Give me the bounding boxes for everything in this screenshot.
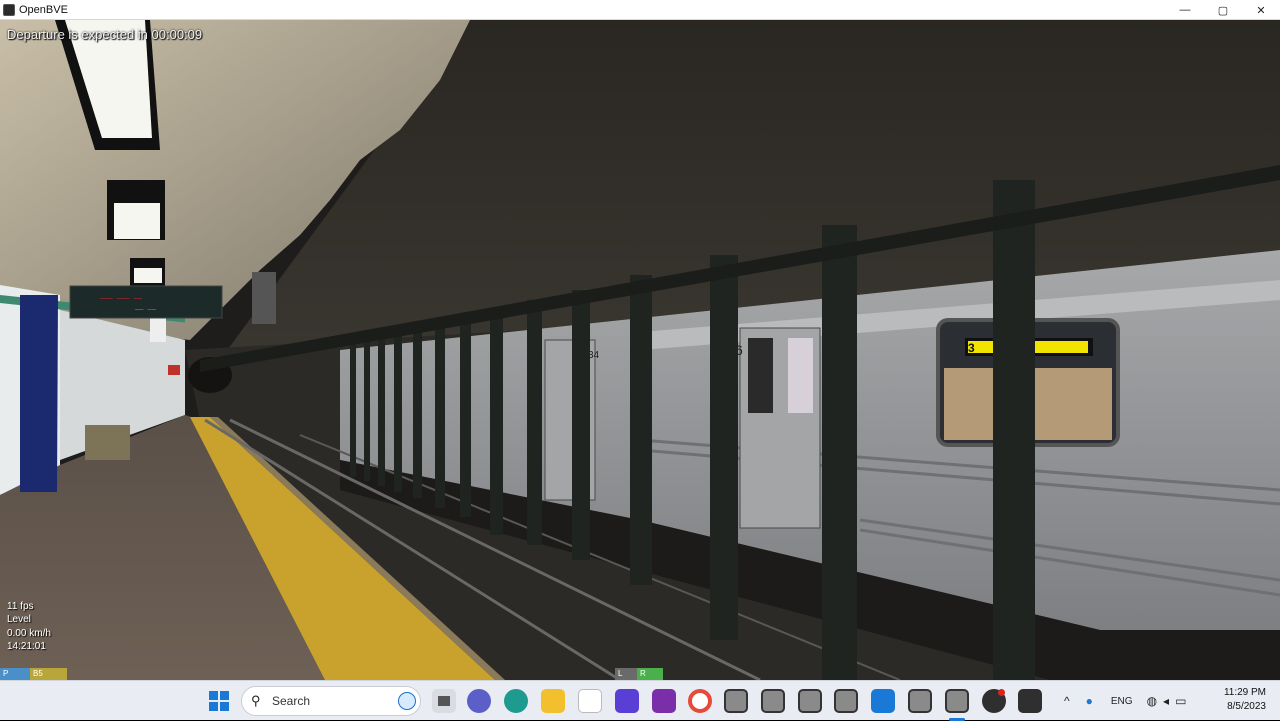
- chrome-icon[interactable]: [688, 689, 712, 713]
- bing-icon[interactable]: [398, 692, 416, 710]
- openbve-app-icon: [3, 3, 15, 16]
- openbve-icon-5[interactable]: [908, 689, 932, 713]
- terminal-icon[interactable]: [1018, 689, 1042, 713]
- language-indicator[interactable]: ENG: [1111, 696, 1133, 707]
- destination-route-number: 3: [968, 341, 975, 355]
- creative-app-icon[interactable]: [615, 689, 639, 713]
- hud-fps: 11 fps: [7, 601, 34, 612]
- departure-board-line2: —— ——: [134, 306, 157, 314]
- hud-game-time: 14:21:01: [7, 640, 46, 652]
- system-tray: ^ ● ENG ◍ ◂ ▭: [1064, 681, 1186, 721]
- openbve-icon-3[interactable]: [798, 689, 822, 713]
- search-placeholder: Search: [272, 694, 311, 708]
- search-icon: ⚲: [251, 693, 261, 708]
- ceiling-light-3: [134, 268, 162, 283]
- volume-icon[interactable]: ◂: [1163, 694, 1169, 708]
- openbve-icon[interactable]: [724, 689, 748, 713]
- store-icon[interactable]: [578, 689, 602, 713]
- hud-indicator-bar-left: P B5: [0, 668, 67, 680]
- openbve-icon-6[interactable]: [945, 689, 969, 713]
- taskbar-clock[interactable]: 11:29 PM 8/5/2023: [1224, 686, 1266, 714]
- door-window-1: [748, 338, 773, 413]
- departure-board-line1: ——— ——— ——: [99, 295, 143, 303]
- clock-time: 11:29 PM: [1223, 687, 1266, 698]
- edge-icon[interactable]: [504, 689, 528, 713]
- hud-track-status: Level: [7, 614, 31, 626]
- task-view-icon[interactable]: [432, 689, 456, 713]
- subway-scene: ——— ——— —— —— —— 6 34 3: [0, 20, 1280, 680]
- window-title-bar: OpenBVE — ▢ ✕: [0, 0, 1280, 20]
- hud-indicator-power: P: [0, 668, 30, 680]
- recording-badge: [998, 689, 1005, 696]
- microphone-icon[interactable]: ●: [1086, 694, 1093, 708]
- window-title: OpenBVE: [19, 3, 68, 16]
- hud-indicator-door-right: R: [637, 668, 663, 680]
- network-icon[interactable]: ◍: [1147, 694, 1157, 708]
- taskbar-search-box[interactable]: ⚲ Search: [241, 686, 421, 716]
- battery-icon[interactable]: ▭: [1175, 694, 1186, 708]
- onenote-icon[interactable]: [652, 689, 676, 713]
- window-controls: — ▢ ✕: [1166, 0, 1280, 20]
- wall-exit-sign: [168, 365, 180, 375]
- close-button[interactable]: ✕: [1242, 0, 1280, 20]
- hud-departure-message: Departure is expected in 00:00:09: [7, 27, 203, 42]
- hud-speed: 0.00 km/h: [7, 627, 51, 639]
- hud-indicator-door-left: L: [615, 668, 637, 680]
- minimize-button[interactable]: —: [1166, 0, 1204, 20]
- ceiling-light-2: [114, 203, 160, 239]
- openbve-icon-4[interactable]: [834, 689, 858, 713]
- clock-date: 8/5/2023: [1227, 701, 1266, 712]
- windows-taskbar: ⚲ Search ^ ● ENG ◍ ◂ ▭ 11:29 PM 8/5/2023: [0, 680, 1280, 721]
- chat-icon[interactable]: [467, 689, 491, 713]
- ceiling-light-4: [150, 317, 166, 342]
- hud-indicator-bar-right: L R: [615, 668, 663, 680]
- start-icon[interactable]: [207, 689, 231, 713]
- openbve-icon-2[interactable]: [761, 689, 785, 713]
- route-viewer-icon[interactable]: [871, 689, 895, 713]
- hud-indicator-brake: B5: [30, 668, 67, 680]
- door-window-2: [788, 338, 813, 413]
- chevron-up-icon[interactable]: ^: [1064, 694, 1070, 708]
- hud-stats: 11 fps Level 0.00 km/h 14:21:01: [7, 600, 51, 653]
- pillar-blue: [20, 295, 58, 492]
- overhead-sign: [252, 272, 276, 324]
- maximize-button[interactable]: ▢: [1204, 0, 1242, 20]
- file-explorer-icon[interactable]: [541, 689, 565, 713]
- bench: [85, 425, 130, 460]
- game-viewport[interactable]: ——— ——— —— —— —— 6 34 3 Departure is exp…: [0, 20, 1280, 680]
